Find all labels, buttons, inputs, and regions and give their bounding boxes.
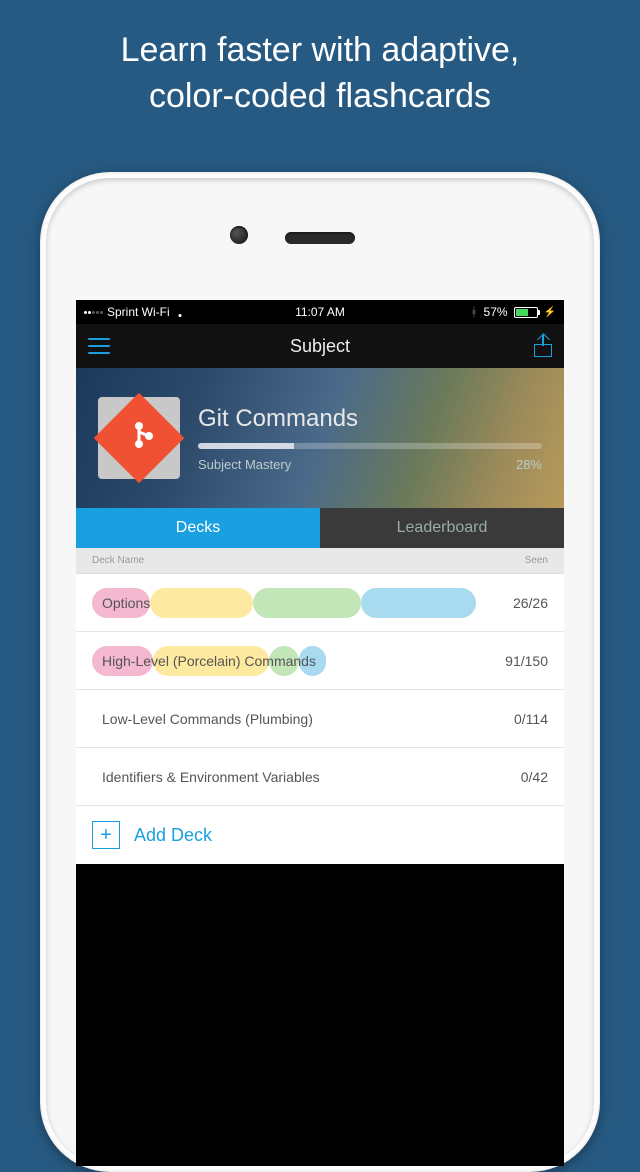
deck-row[interactable]: Low-Level Commands (Plumbing) 0/114	[76, 690, 564, 748]
tab-leaderboard[interactable]: Leaderboard	[320, 508, 564, 548]
deck-name: Options	[92, 595, 150, 611]
deck-progress-pill: High-Level (Porcelain) Commands	[92, 646, 476, 676]
promo-line-2: color-coded flashcards	[40, 74, 600, 120]
speaker-icon	[285, 232, 355, 244]
deck-row[interactable]: High-Level (Porcelain) Commands 91/150	[76, 632, 564, 690]
subject-info: Git Commands Subject Mastery 28%	[198, 405, 542, 472]
mastery-progress-bar	[198, 443, 542, 449]
deck-progress-pill: Options	[92, 588, 476, 618]
add-deck-label: Add Deck	[134, 825, 212, 846]
share-icon[interactable]	[534, 335, 552, 357]
deck-list: Options 26/26 High-Level (Porcelain) Comma…	[76, 574, 564, 806]
battery-percent: 57%	[484, 305, 508, 319]
add-deck-button[interactable]: + Add Deck	[76, 806, 564, 864]
carrier-label: Sprint Wi-Fi	[107, 305, 170, 319]
signal-dots-icon	[84, 311, 103, 314]
phone-frame: Sprint Wi-Fi 11:07 AM ᚼ 57% ⚡ Subject	[40, 172, 600, 1172]
tab-bar: Decks Leaderboard	[76, 508, 564, 548]
subject-title: Git Commands	[198, 405, 542, 433]
deck-row[interactable]: Options 26/26	[76, 574, 564, 632]
col-header-seen: Seen	[525, 555, 548, 566]
nav-title: Subject	[290, 336, 350, 357]
deck-seen-count: 0/114	[488, 711, 548, 727]
screen: Sprint Wi-Fi 11:07 AM ᚼ 57% ⚡ Subject	[76, 300, 564, 1166]
deck-progress-pill: Identifiers & Environment Variables	[92, 762, 476, 792]
status-bar: Sprint Wi-Fi 11:07 AM ᚼ 57% ⚡	[76, 300, 564, 324]
promo-headline: Learn faster with adaptive, color-coded …	[0, 0, 640, 142]
mastery-progress-fill	[198, 443, 294, 449]
nav-bar: Subject	[76, 324, 564, 368]
tab-decks[interactable]: Decks	[76, 508, 320, 548]
bluetooth-icon: ᚼ	[470, 305, 477, 319]
plus-icon: +	[92, 821, 120, 849]
subject-icon	[98, 397, 180, 479]
wifi-icon	[174, 308, 187, 317]
deck-row[interactable]: Identifiers & Environment Variables 0/42	[76, 748, 564, 806]
menu-icon[interactable]	[88, 338, 110, 354]
mastery-label: Subject Mastery	[198, 457, 291, 472]
deck-name: Low-Level Commands (Plumbing)	[92, 711, 313, 727]
mastery-row: Subject Mastery 28%	[198, 457, 542, 472]
list-header: Deck Name Seen	[76, 548, 564, 574]
battery-icon	[514, 307, 538, 318]
deck-seen-count: 26/26	[488, 595, 548, 611]
promo-line-1: Learn faster with adaptive,	[40, 28, 600, 74]
status-left: Sprint Wi-Fi	[84, 305, 187, 319]
status-right: ᚼ 57% ⚡	[470, 305, 556, 319]
git-icon	[94, 393, 185, 484]
phone-bezel: Sprint Wi-Fi 11:07 AM ᚼ 57% ⚡ Subject	[46, 178, 594, 1166]
status-time: 11:07 AM	[295, 305, 345, 319]
camera-icon	[230, 226, 248, 244]
deck-progress-pill: Low-Level Commands (Plumbing)	[92, 704, 476, 734]
deck-seen-count: 91/150	[488, 653, 548, 669]
deck-name: Identifiers & Environment Variables	[92, 769, 320, 785]
deck-seen-count: 0/42	[488, 769, 548, 785]
mastery-percent: 28%	[516, 457, 542, 472]
charging-icon: ⚡	[544, 307, 556, 318]
subject-header: Git Commands Subject Mastery 28%	[76, 368, 564, 508]
deck-name: High-Level (Porcelain) Commands	[92, 653, 316, 669]
col-header-name: Deck Name	[92, 555, 144, 566]
